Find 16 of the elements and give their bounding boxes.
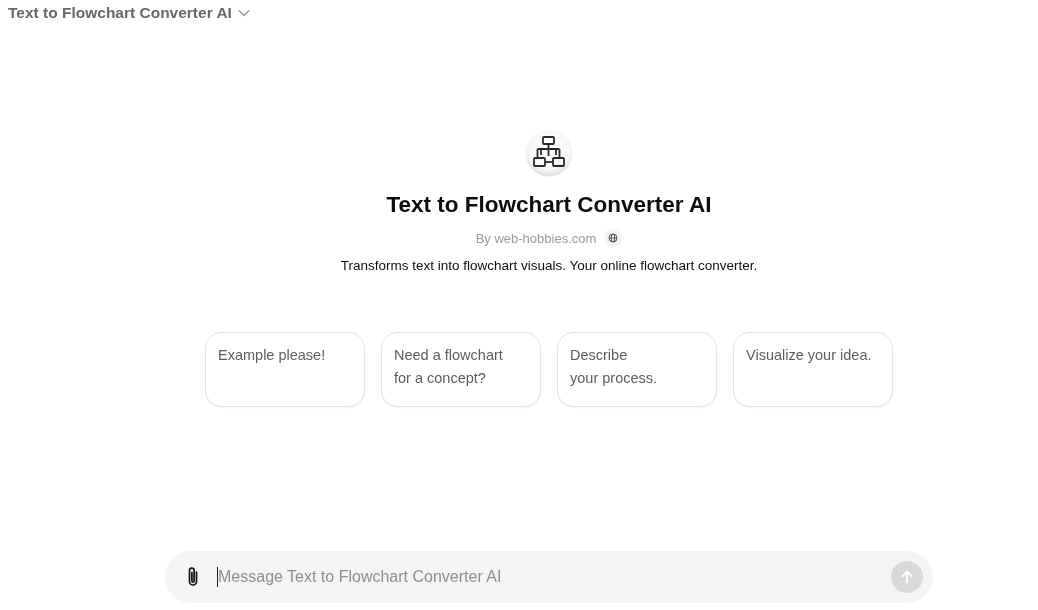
chevron-down-icon	[237, 9, 250, 17]
suggestion-card[interactable]: Visualize your idea.	[733, 332, 893, 407]
author-text: By web-hobbies.com	[475, 230, 597, 246]
suggestion-card[interactable]: Example please!	[205, 332, 365, 407]
text-cursor	[217, 567, 218, 587]
paperclip-icon[interactable]	[186, 566, 200, 588]
suggestion-card[interactable]: Need a flowchart for a concept?	[381, 332, 541, 407]
gpt-title: Text to Flowchart Converter AI	[386, 191, 712, 219]
globe-icon[interactable]	[604, 229, 623, 247]
suggestion-card[interactable]: Describe your process.	[557, 332, 717, 407]
description-text: Transforms text into flowchart visuals. Your online flowchart converter.	[340, 257, 758, 275]
message-input[interactable]: Message Text to Flowchart Converter AI	[218, 565, 891, 589]
flowchart-icon	[525, 129, 573, 177]
message-composer[interactable]: Message Text to Flowchart Converter AI	[165, 551, 933, 603]
model-selector[interactable]: Text to Flowchart Converter AI	[8, 4, 250, 22]
arrow-up-icon	[899, 569, 915, 585]
